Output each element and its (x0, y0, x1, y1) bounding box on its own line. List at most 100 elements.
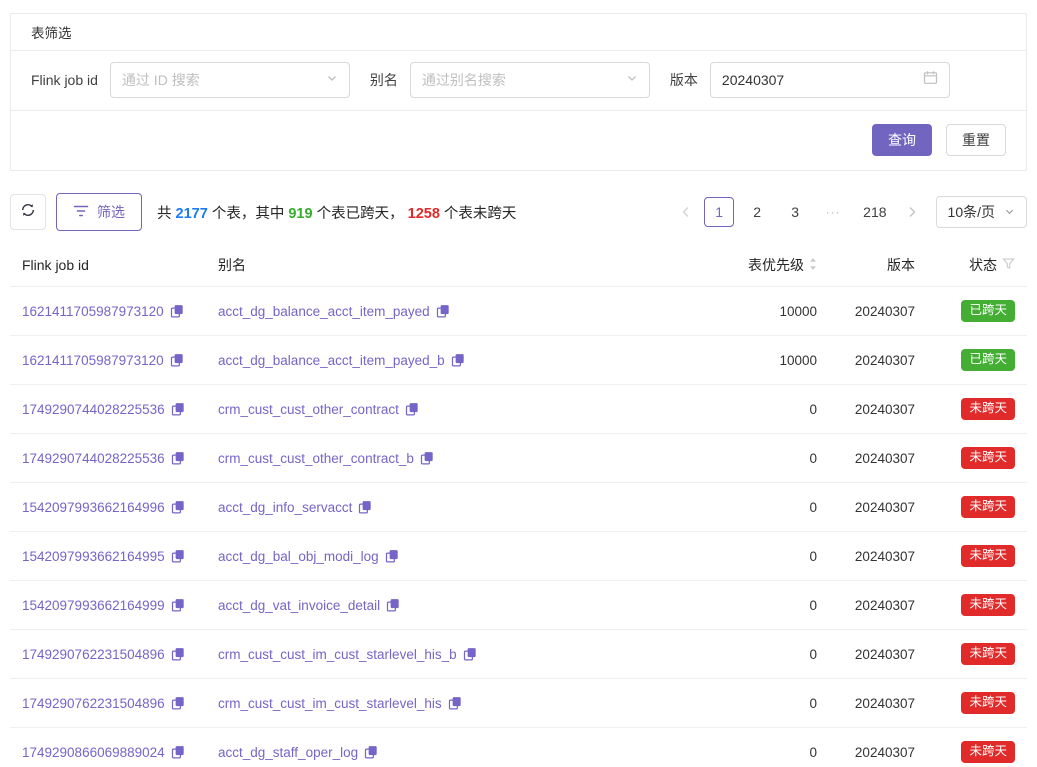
flink-job-id-select[interactable]: 通过 ID 搜索 (110, 62, 350, 98)
copy-icon[interactable] (171, 696, 185, 710)
table-stats: 共 2177 个表，其中 919 个表已跨天， 1258 个表未跨天 (157, 202, 516, 223)
table-row: 1749290744028225536 crm_cust_cust_other_c… (10, 385, 1027, 434)
status-badge: 未跨天 (961, 545, 1015, 567)
filter-card-title: 表筛选 (11, 14, 1026, 51)
alias-link[interactable]: crm_cust_cust_im_cust_starlevel_his_b (218, 647, 457, 662)
version-cell: 20240307 (829, 581, 927, 630)
job-id-link[interactable]: 1542097993662164995 (22, 549, 165, 564)
job-id-link[interactable]: 1749290762231504896 (22, 647, 165, 662)
job-id-link[interactable]: 1621411705987973120 (22, 304, 164, 319)
filter-button-label: 筛选 (97, 202, 125, 222)
table-row: 1542097993662164999 acct_dg_vat_invoice_d… (10, 581, 1027, 630)
priority-cell: 0 (711, 728, 829, 767)
copy-icon[interactable] (170, 304, 184, 318)
page-button[interactable]: 2 (742, 197, 772, 227)
alias-placeholder: 通过别名搜索 (422, 70, 506, 90)
page-size-value: 10条/页 (948, 202, 995, 222)
job-id-link[interactable]: 1749290744028225536 (22, 402, 165, 417)
copy-icon[interactable] (171, 549, 185, 563)
alias-link[interactable]: acct_dg_staff_oper_log (218, 745, 358, 760)
filter-lines-icon (73, 204, 89, 220)
stats-total-count: 2177 (176, 206, 208, 222)
query-button[interactable]: 查询 (872, 124, 932, 156)
alias-link[interactable]: acct_dg_bal_obj_modi_log (218, 549, 379, 564)
sort-icon[interactable] (809, 257, 817, 274)
job-id-link[interactable]: 1749290744028225536 (22, 451, 165, 466)
header-job-id: Flink job id (10, 245, 206, 287)
page-ellipsis[interactable]: ··· (818, 197, 848, 227)
job-id-link[interactable]: 1621411705987973120 (22, 353, 164, 368)
header-version: 版本 (829, 245, 927, 287)
copy-icon[interactable] (171, 402, 185, 416)
version-cell: 20240307 (829, 434, 927, 483)
header-status-label: 状态 (969, 255, 997, 275)
page-size-select[interactable]: 10条/页 (936, 196, 1027, 228)
table-row: 1621411705987973120 acct_dg_balance_acct_… (10, 287, 1027, 336)
refresh-button[interactable] (10, 194, 46, 230)
priority-cell: 0 (711, 630, 829, 679)
copy-icon[interactable] (405, 402, 419, 416)
reset-button[interactable]: 重置 (946, 124, 1006, 156)
calendar-icon (923, 70, 938, 90)
pagination-top: 123 ··· 218 10条/页 (672, 196, 1027, 228)
job-id-link[interactable]: 1749290866069889024 (22, 745, 165, 760)
page-button[interactable]: 218 (856, 197, 893, 227)
table-row: 1621411705987973120 acct_dg_balance_acct_… (10, 336, 1027, 385)
copy-icon[interactable] (420, 451, 434, 465)
flink-job-id-placeholder: 通过 ID 搜索 (122, 70, 200, 90)
filter-button[interactable]: 筛选 (56, 193, 142, 231)
page-button[interactable]: 3 (780, 197, 810, 227)
status-badge: 未跨天 (961, 447, 1015, 469)
alias-link[interactable]: acct_dg_vat_invoice_detail (218, 598, 380, 613)
alias-link[interactable]: acct_dg_info_servacct (218, 500, 352, 515)
priority-cell: 0 (711, 532, 829, 581)
alias-select[interactable]: 通过别名搜索 (410, 62, 650, 98)
job-id-link[interactable]: 1749290762231504896 (22, 696, 165, 711)
filter-funnel-icon[interactable] (1002, 257, 1015, 273)
header-priority[interactable]: 表优先级 (711, 245, 829, 287)
priority-cell: 10000 (711, 287, 829, 336)
copy-icon[interactable] (358, 500, 372, 514)
table-row: 1749290866069889024 acct_dg_staff_oper_lo… (10, 728, 1027, 767)
copy-icon[interactable] (364, 745, 378, 759)
copy-icon[interactable] (171, 500, 185, 514)
chevron-down-icon (1004, 204, 1015, 220)
copy-icon[interactable] (171, 451, 185, 465)
version-cell: 20240307 (829, 532, 927, 581)
priority-cell: 0 (711, 581, 829, 630)
job-id-link[interactable]: 1542097993662164996 (22, 500, 165, 515)
status-badge: 未跨天 (961, 692, 1015, 714)
priority-cell: 0 (711, 483, 829, 532)
header-status[interactable]: 状态 (927, 245, 1027, 287)
copy-icon[interactable] (171, 745, 185, 759)
copy-icon[interactable] (448, 696, 462, 710)
next-page-button[interactable] (898, 197, 926, 227)
status-badge: 未跨天 (961, 496, 1015, 518)
status-badge: 未跨天 (961, 594, 1015, 616)
copy-icon[interactable] (170, 353, 184, 367)
version-cell: 20240307 (829, 385, 927, 434)
alias-link[interactable]: acct_dg_balance_acct_item_payed (218, 304, 430, 319)
copy-icon[interactable] (436, 304, 450, 318)
copy-icon[interactable] (171, 598, 185, 612)
copy-icon[interactable] (385, 549, 399, 563)
copy-icon[interactable] (463, 647, 477, 661)
flink-job-id-label: Flink job id (31, 72, 98, 88)
prev-page-button[interactable] (672, 197, 700, 227)
copy-icon[interactable] (171, 647, 185, 661)
alias-link[interactable]: acct_dg_balance_acct_item_payed_b (218, 353, 445, 368)
version-cell: 20240307 (829, 630, 927, 679)
alias-link[interactable]: crm_cust_cust_im_cust_starlevel_his (218, 696, 442, 711)
header-priority-label: 表优先级 (748, 255, 804, 275)
tables-table: Flink job id 别名 表优先级 版本 状态 1621411705987… (10, 245, 1027, 767)
version-field: 版本 20240307 (670, 62, 950, 98)
job-id-link[interactable]: 1542097993662164999 (22, 598, 165, 613)
version-date-input[interactable]: 20240307 (710, 62, 950, 98)
version-label: 版本 (670, 70, 698, 90)
alias-link[interactable]: crm_cust_cust_other_contract_b (218, 451, 414, 466)
copy-icon[interactable] (451, 353, 465, 367)
alias-link[interactable]: crm_cust_cust_other_contract (218, 402, 399, 417)
page-button[interactable]: 1 (704, 197, 734, 227)
table-header-row: Flink job id 别名 表优先级 版本 状态 (10, 245, 1027, 287)
copy-icon[interactable] (386, 598, 400, 612)
